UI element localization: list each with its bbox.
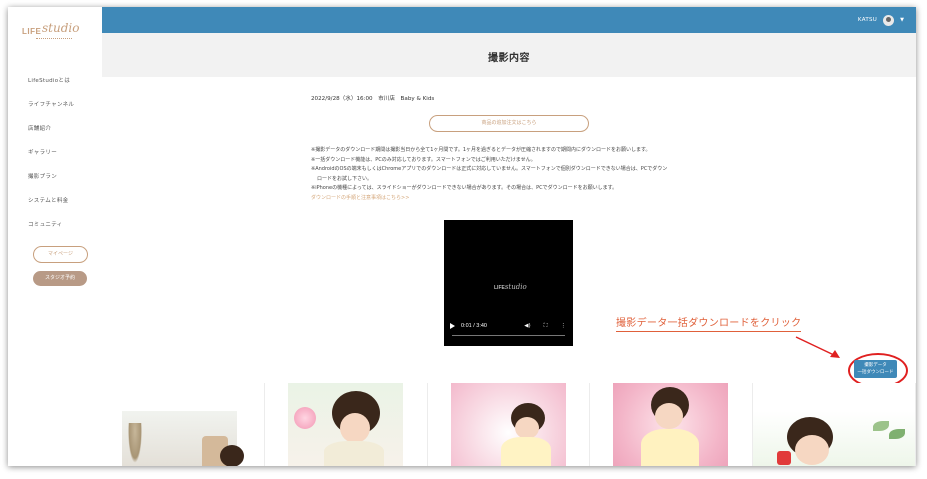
download-guide-link[interactable]: ダウンロードの手順と注意事項はこちら>> — [311, 194, 731, 204]
video-logo: LIFEstudio — [494, 283, 527, 291]
page-title: 撮影内容 — [488, 53, 530, 64]
note-line: ※一括ダウンロード機能は、PCのみ対応しております。スマートフォンではご利用いた… — [311, 156, 536, 163]
photo-image — [287, 383, 403, 466]
sidebar-item-community[interactable]: コミュニティ — [8, 213, 102, 237]
download-notes: ※撮影データのダウンロード期間は撮影当日から全て1ヶ月間です。1ヶ月を過ぎるとデ… — [311, 146, 731, 203]
username: KATSU — [857, 17, 878, 23]
site-logo[interactable]: LIFE studio — [22, 21, 82, 43]
photo-thumbnail[interactable] — [427, 383, 591, 466]
video-controls: 0:01 / 3:40 ◀) ⛶ ⋮ — [450, 320, 570, 332]
chevron-down-icon[interactable]: ▼ — [900, 17, 904, 23]
photo-thumbnail[interactable] — [753, 383, 916, 466]
photo-thumbnail[interactable] — [590, 383, 754, 466]
photo-image — [613, 383, 729, 466]
user-menu[interactable]: KATSU ▼ — [858, 12, 904, 28]
note-line: ※撮影データのダウンロード期間は撮影当日から全て1ヶ月間です。1ヶ月を過ぎるとデ… — [311, 147, 651, 153]
sidebar-nav: LifeStudioとは ライフチャンネル 店舗紹介 ギャラリー 撮影プラン シ… — [8, 69, 102, 237]
mypage-button[interactable]: マイページ — [33, 246, 88, 263]
fullscreen-icon[interactable]: ⛶ — [544, 323, 548, 330]
logo-underline — [36, 38, 72, 41]
bulk-download-label-2: 一括ダウンロード — [857, 370, 894, 375]
note-line: ロードをお試し下さい。 — [317, 175, 373, 182]
volume-icon[interactable]: ◀) — [524, 323, 530, 329]
sidebar: LIFE studio LifeStudioとは ライフチャンネル 店舗紹介 ギ… — [8, 7, 103, 466]
sidebar-item-about[interactable]: LifeStudioとは — [8, 69, 102, 93]
sidebar-item-gallery[interactable]: ギャラリー — [8, 141, 102, 165]
studio-reservation-button[interactable]: スタジオ予約 — [33, 271, 87, 286]
page-header: 撮影内容 — [102, 33, 916, 77]
note-line: ※AndroidのOSの端末もしくはChromeアプリでのダウンロードは正式に対… — [311, 166, 668, 172]
more-options-icon[interactable]: ⋮ — [561, 323, 567, 329]
photo-image — [753, 411, 915, 466]
annotation-text: 撮影データ一括ダウンロードをクリック — [616, 317, 802, 332]
sidebar-item-stores[interactable]: 店舗紹介 — [8, 117, 102, 141]
session-info: 2022/9/28（水）16:00 市川店 Baby & Kids — [311, 96, 435, 102]
top-bar: KATSU ▼ — [102, 7, 916, 33]
logo-word: LIFE — [22, 27, 42, 36]
bulk-download-button[interactable]: 撮影データ 一括ダウンロード — [854, 360, 897, 378]
note-line: ※iPhoneの機種によっては、スライドショーがダウンロードできない場合がありま… — [311, 185, 618, 191]
photo-image — [450, 383, 566, 466]
browser-window: LIFE studio LifeStudioとは ライフチャンネル 店舗紹介 ギ… — [8, 7, 916, 466]
play-icon[interactable] — [450, 323, 455, 329]
photo-thumbnail[interactable] — [264, 383, 428, 466]
main-content: 2022/9/28（水）16:00 市川店 Baby & Kids 商品の追加注… — [102, 77, 916, 466]
sidebar-item-channel[interactable]: ライフチャンネル — [8, 93, 102, 117]
bulk-download-label-1: 撮影データ — [864, 363, 887, 368]
sidebar-item-plans[interactable]: 撮影プラン — [8, 165, 102, 189]
avatar[interactable] — [883, 14, 895, 26]
arrow-icon — [795, 336, 840, 358]
slideshow-video-player[interactable]: LIFEstudio 0:01 / 3:40 ◀) ⛶ ⋮ — [444, 220, 573, 346]
video-progress-bar[interactable] — [452, 335, 565, 336]
additional-order-button[interactable]: 商品の追加注文はこちら — [429, 115, 589, 132]
sidebar-item-pricing[interactable]: システムと料金 — [8, 189, 102, 213]
photo-gallery — [102, 383, 916, 466]
video-time: 0:01 / 3:40 — [461, 323, 487, 329]
photo-thumbnail[interactable] — [102, 383, 265, 466]
logo-script: studio — [42, 21, 80, 35]
